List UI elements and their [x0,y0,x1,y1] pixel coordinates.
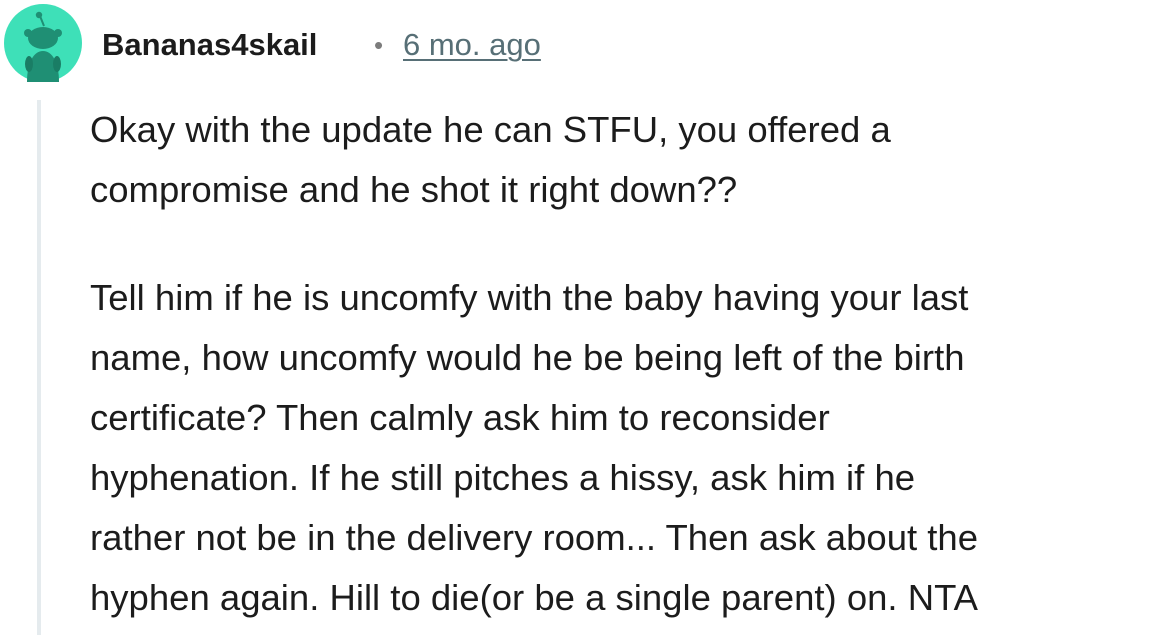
comment-line: rather not be in the delivery room... Th… [90,517,979,558]
comment-timestamp[interactable]: 6 mo. ago [403,24,541,66]
comment-line: hyphenation. If he still pitches a hissy… [90,457,916,498]
comment: Bananas4skail • 6 mo. ago Okay with the … [0,0,1170,635]
comment-line: Okay with the update he can STFU, you of… [90,109,891,150]
comment-line: name, how uncomfy would he be being left… [90,337,965,378]
comment-body: Okay with the update he can STFU, you of… [90,100,1160,628]
comment-line: compromise and he shot it right down?? [90,169,738,210]
comment-line: certificate? Then calmly ask him to reco… [90,397,830,438]
snoo-avatar-icon [4,4,82,82]
comment-line: Tell him if he is uncomfy with the baby … [90,277,969,318]
comment-line: hyphen again. Hill to die(or be a single… [90,577,978,618]
thread-collapse-line[interactable] [37,100,41,635]
user-avatar[interactable] [4,4,82,82]
meta-separator: • [374,30,384,60]
comment-author[interactable]: Bananas4skail [102,24,317,66]
